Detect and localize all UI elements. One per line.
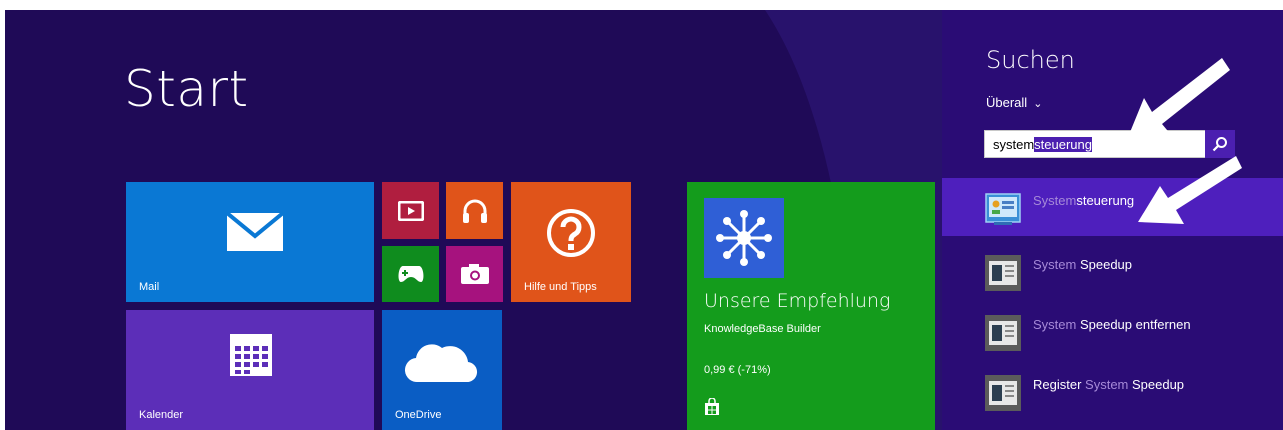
- search-result[interactable]: Register System Speedup: [942, 362, 1283, 420]
- search-charm: Suchen Überall ⌄ systemsteuerung Systems…: [942, 10, 1283, 430]
- search-title: Suchen: [986, 46, 1075, 74]
- app-tile-icon: [704, 198, 784, 278]
- result-prefix: Register: [1033, 377, 1086, 392]
- store-bag-icon: [705, 398, 719, 415]
- store-app-name: KnowledgeBase Builder: [704, 323, 821, 335]
- result-match: System: [1085, 377, 1129, 392]
- result-label-1: System Speedup: [1033, 257, 1132, 272]
- result-rest: Speedup: [1128, 377, 1185, 392]
- tile-mail-label: Mail: [139, 281, 160, 293]
- program-icon: [985, 315, 1021, 351]
- calendar-icon: [230, 334, 272, 376]
- result-match: System: [1033, 317, 1077, 332]
- program-icon: [985, 255, 1021, 291]
- result-match: System: [1033, 257, 1077, 272]
- headphones-icon: [462, 199, 487, 223]
- search-icon: [1212, 137, 1227, 152]
- camera-icon: [460, 264, 489, 284]
- gamepad-icon: [398, 266, 423, 282]
- store-heading: Unsere Empfehlung: [704, 290, 891, 312]
- tile-onedrive[interactable]: OneDrive: [382, 310, 502, 430]
- start-title: Start: [124, 60, 249, 118]
- result-label-2: System Speedup entfernen: [1033, 317, 1191, 332]
- store-price: 0,99 € (-71%): [704, 364, 771, 376]
- mail-icon: [226, 212, 284, 251]
- program-icon: [985, 375, 1021, 411]
- search-button[interactable]: [1205, 130, 1235, 158]
- video-icon: [397, 200, 424, 221]
- question-icon: [547, 209, 595, 257]
- tile-help[interactable]: Hilfe und Tipps: [511, 182, 631, 302]
- search-scope-dropdown[interactable]: Überall ⌄: [986, 95, 1042, 110]
- search-result[interactable]: System Speedup: [942, 242, 1283, 300]
- tile-onedrive-label: OneDrive: [395, 409, 442, 421]
- result-label-3: Register System Speedup: [1033, 377, 1184, 392]
- result-rest: steuerung: [1076, 193, 1135, 208]
- search-query-plain: system: [993, 137, 1035, 152]
- search-scope-label: Überall: [986, 95, 1028, 110]
- search-result[interactable]: System Speedup entfernen: [942, 302, 1283, 360]
- result-rest: Speedup entfernen: [1076, 317, 1191, 332]
- search-query-selected: steuerung: [1034, 137, 1092, 152]
- control-panel-icon: [985, 193, 1021, 225]
- tile-mail[interactable]: Mail: [126, 182, 374, 302]
- tile-games[interactable]: [382, 246, 439, 302]
- network-icon: [716, 210, 772, 266]
- search-result[interactable]: Systemsteuerung: [942, 178, 1283, 236]
- tile-store-recommendation[interactable]: Unsere Empfehlung KnowledgeBase Builder …: [687, 182, 935, 430]
- result-match: System: [1033, 193, 1077, 208]
- result-rest: Speedup: [1076, 257, 1133, 272]
- tile-calendar[interactable]: Kalender: [126, 310, 374, 430]
- search-input[interactable]: systemsteuerung: [984, 130, 1235, 158]
- chevron-down-icon: ⌄: [1033, 98, 1043, 110]
- tile-calendar-label: Kalender: [139, 409, 184, 421]
- tile-help-label: Hilfe und Tipps: [524, 281, 597, 293]
- tile-camera[interactable]: [446, 246, 503, 302]
- tile-music[interactable]: [446, 182, 503, 239]
- search-query: systemsteuerung: [993, 137, 1092, 152]
- cloud-icon: [404, 344, 478, 383]
- start-screen: Start Mail Kalender Hilfe und Tipps OneD…: [5, 10, 1283, 430]
- tile-video[interactable]: [382, 182, 439, 239]
- result-label-0: Systemsteuerung: [1033, 193, 1134, 208]
